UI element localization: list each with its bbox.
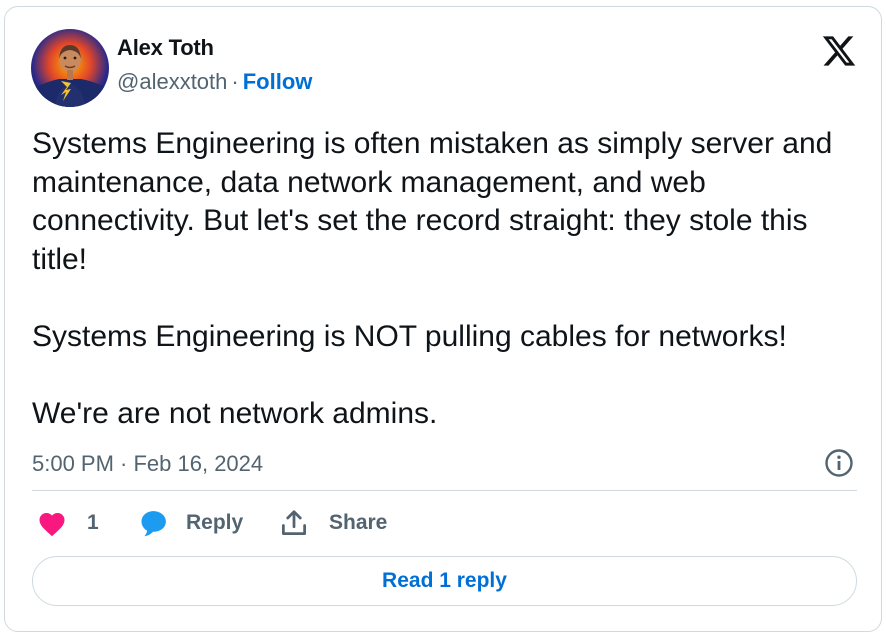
author-handle[interactable]: @alexxtoth	[117, 69, 227, 94]
share-icon	[282, 510, 306, 535]
tweet-card: Alex Toth @alexxtoth · Follow Systems Engi…	[4, 6, 882, 632]
reply-button[interactable]: Reply	[138, 507, 243, 539]
avatar[interactable]	[31, 29, 109, 107]
reply-label: Reply	[186, 511, 244, 534]
tweet-text: Systems Engineering is often mistaken as…	[32, 125, 852, 433]
author-handle-row: @alexxtoth · Follow	[117, 69, 312, 95]
read-replies-button[interactable]: Read 1 reply	[32, 556, 857, 606]
divider	[32, 490, 857, 491]
follow-link[interactable]: Follow	[243, 69, 313, 94]
like-button[interactable]: 1	[37, 507, 99, 539]
tweet-paragraph: Systems Engineering is often mistaken as…	[32, 127, 833, 276]
tweet-timestamp[interactable]: 5:00 PM · Feb 16, 2024	[32, 451, 263, 477]
tweet-paragraph: We're are not network admins.	[32, 396, 438, 430]
like-count: 1	[87, 511, 99, 534]
share-button[interactable]: Share	[279, 507, 387, 539]
separator-dot: ·	[231, 69, 239, 94]
heart-icon	[39, 513, 65, 537]
reply-bubble-icon	[141, 511, 166, 537]
info-icon[interactable]	[824, 448, 854, 478]
x-logo-icon[interactable]	[820, 33, 858, 69]
share-label: Share	[329, 511, 388, 534]
tweet-paragraph: Systems Engineering is NOT pulling cable…	[32, 319, 787, 353]
author-name[interactable]: Alex Toth	[117, 35, 214, 61]
